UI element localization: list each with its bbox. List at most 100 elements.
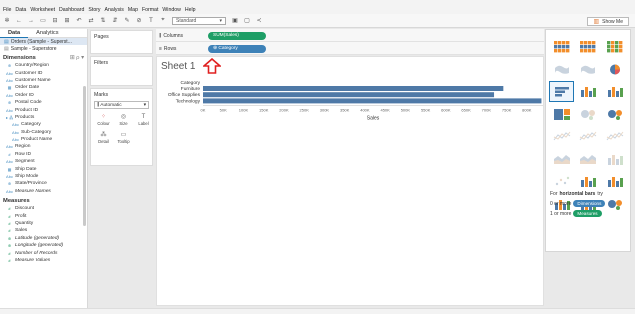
measure-field[interactable]: ⊕ Longitude (generated): [0, 242, 87, 249]
dimension-field[interactable]: Abc Ship Mode: [0, 173, 87, 180]
tooltip-icon[interactable]: ▢: [244, 17, 250, 25]
tooltip-button[interactable]: ▭ Tooltip: [114, 129, 133, 146]
measure-field[interactable]: # Measure Values: [0, 257, 87, 264]
measure-field[interactable]: # Profit: [0, 212, 87, 219]
show-me-dual-lines[interactable]: [602, 126, 627, 147]
menu-map[interactable]: Map: [128, 7, 138, 13]
save-icon[interactable]: ▭: [40, 17, 46, 25]
show-me-area-continuous[interactable]: [549, 149, 574, 170]
dimension-field[interactable]: Abc Product Name: [0, 136, 87, 143]
datasource-item[interactable]: ▤ Sample - Superstore: [0, 45, 87, 52]
new-worksheet-icon[interactable]: ⊞: [64, 17, 70, 25]
mark-type-select[interactable]: ⫼ Automatic ▾: [94, 101, 149, 109]
dimension-field[interactable]: Abc Region: [0, 143, 87, 150]
size-button[interactable]: ◎ Size: [114, 111, 133, 128]
dimension-field[interactable]: Abc Category: [0, 121, 87, 128]
back-icon[interactable]: ←: [16, 17, 22, 25]
show-me-text-table[interactable]: [549, 36, 574, 57]
tab-analytics[interactable]: Analytics: [28, 29, 66, 38]
show-me-symbol-map[interactable]: [549, 59, 574, 80]
dimension-field[interactable]: Abc Segment: [0, 158, 87, 165]
dimensions-list: ⊕ Country/Region Abc Customer ID Abc Customer…: [0, 62, 87, 195]
fit-select[interactable]: Standard ▾: [172, 16, 226, 25]
pin-icon[interactable]: ⌖: [160, 17, 166, 25]
rows-shelf[interactable]: ≡ Rows ⊕ Category: [156, 43, 544, 55]
sales-pill[interactable]: SUM(Sales): [208, 31, 266, 40]
dimension-field[interactable]: # Row ID: [0, 151, 87, 158]
show-me-area-discrete[interactable]: [576, 149, 601, 170]
show-me-highlight-table[interactable]: [602, 36, 627, 57]
dimension-field[interactable]: Abc Product ID: [0, 106, 87, 113]
group-icon[interactable]: ⊘: [136, 17, 142, 25]
measure-field[interactable]: # Quantity: [0, 220, 87, 227]
share-icon[interactable]: ≺: [256, 17, 262, 25]
dimension-field[interactable]: Abc Measure Names: [0, 188, 87, 195]
field-type-icon: #: [8, 257, 11, 263]
dimension-field[interactable]: Abc Sub-Category: [0, 129, 87, 136]
filters-card[interactable]: Filters: [90, 56, 153, 86]
new-datasource-icon[interactable]: ⊟: [52, 17, 58, 25]
presentation-icon[interactable]: ▣: [232, 17, 238, 25]
menu-worksheet[interactable]: Worksheet: [30, 7, 55, 13]
show-me-dual-combination[interactable]: [602, 149, 627, 170]
show-me-treemap[interactable]: [549, 104, 574, 125]
measure-field[interactable]: # Discount: [0, 205, 87, 212]
menu-dashboard[interactable]: Dashboard: [59, 7, 84, 13]
dimension-field[interactable]: ▦ Order Date: [0, 84, 87, 91]
horizontal-bars-icon: [554, 87, 569, 97]
dimension-field[interactable]: Abc Customer Name: [0, 77, 87, 84]
sort-ascending-icon[interactable]: ⇅: [100, 17, 106, 25]
show-me-scatter-plot[interactable]: [549, 171, 574, 192]
side-by-side-circles-icon: [607, 109, 622, 120]
measure-field[interactable]: # Number of Records: [0, 249, 87, 256]
dimension-field[interactable]: ▸ ⁂ Products: [0, 114, 87, 121]
columns-shelf[interactable]: ⫼ Columns SUM(Sales): [156, 30, 544, 42]
label-icon[interactable]: T: [148, 17, 154, 25]
category-pill[interactable]: ⊕ Category: [208, 44, 266, 53]
forward-icon[interactable]: →: [28, 17, 34, 25]
tableau-logo-icon[interactable]: ✲: [4, 17, 10, 25]
measure-field[interactable]: ⊕ Latitude (generated): [0, 235, 87, 242]
dimension-field[interactable]: ▦ Ship Date: [0, 165, 87, 172]
datasource-item[interactable]: ▤ Orders (Sample - Superst...: [0, 38, 87, 45]
colour-button[interactable]: ⁘ Colour: [94, 111, 113, 128]
show-me-side-by-side-bars[interactable]: [602, 81, 627, 102]
menu-file[interactable]: File: [3, 7, 11, 13]
show-me-heat-map[interactable]: [576, 36, 601, 57]
swap-icon[interactable]: ⇄: [88, 17, 94, 25]
tab-data[interactable]: Data: [0, 29, 29, 38]
sort-descending-icon[interactable]: ⇵: [112, 17, 118, 25]
dimension-field[interactable]: ⊕ Country/Region: [0, 62, 87, 69]
show-me-pie-chart[interactable]: [602, 59, 627, 80]
show-me-continuous-lines[interactable]: [549, 126, 574, 147]
measure-field[interactable]: # Sales: [0, 227, 87, 234]
show-me-box-whisker[interactable]: [602, 171, 627, 192]
show-me-filled-map[interactable]: [576, 59, 601, 80]
detail-button[interactable]: ⁂ Detail: [94, 129, 113, 146]
menu-analysis[interactable]: Analysis: [105, 7, 124, 13]
pages-card[interactable]: Pages: [90, 30, 153, 54]
menu-format[interactable]: Format: [142, 7, 158, 13]
field-type-icon: Abc: [6, 107, 13, 113]
show-me-horizontal-bars[interactable]: [549, 81, 574, 102]
show-me-side-by-side-circles[interactable]: [602, 104, 627, 125]
dimension-field[interactable]: Abc Customer ID: [0, 69, 87, 76]
label-button[interactable]: T Label: [134, 111, 153, 128]
show-me-circle-views[interactable]: [576, 104, 601, 125]
show-me-packed-bubbles[interactable]: [602, 194, 627, 215]
show-me-stacked-bars[interactable]: [576, 81, 601, 102]
menu-help[interactable]: Help: [185, 7, 196, 13]
dimension-field[interactable]: Abc Order ID: [0, 92, 87, 99]
dimension-field[interactable]: ⊕ State/Province: [0, 180, 87, 187]
menu-window[interactable]: Window: [162, 7, 180, 13]
data-pane-scrollbar[interactable]: [83, 86, 86, 226]
menu-story[interactable]: Story: [88, 7, 100, 13]
show-me-button[interactable]: ▥ Show Me: [587, 17, 629, 26]
dimension-field[interactable]: ⊕ Postal Code: [0, 99, 87, 106]
undo-icon[interactable]: ↶: [76, 17, 82, 25]
show-me-discrete-lines[interactable]: [576, 126, 601, 147]
show-me-histogram[interactable]: [576, 171, 601, 192]
highlight-icon[interactable]: ✎: [124, 17, 130, 25]
dimensions-menu-icon[interactable]: ⊞ ρ ▾: [70, 55, 84, 61]
menu-data[interactable]: Data: [15, 7, 26, 13]
